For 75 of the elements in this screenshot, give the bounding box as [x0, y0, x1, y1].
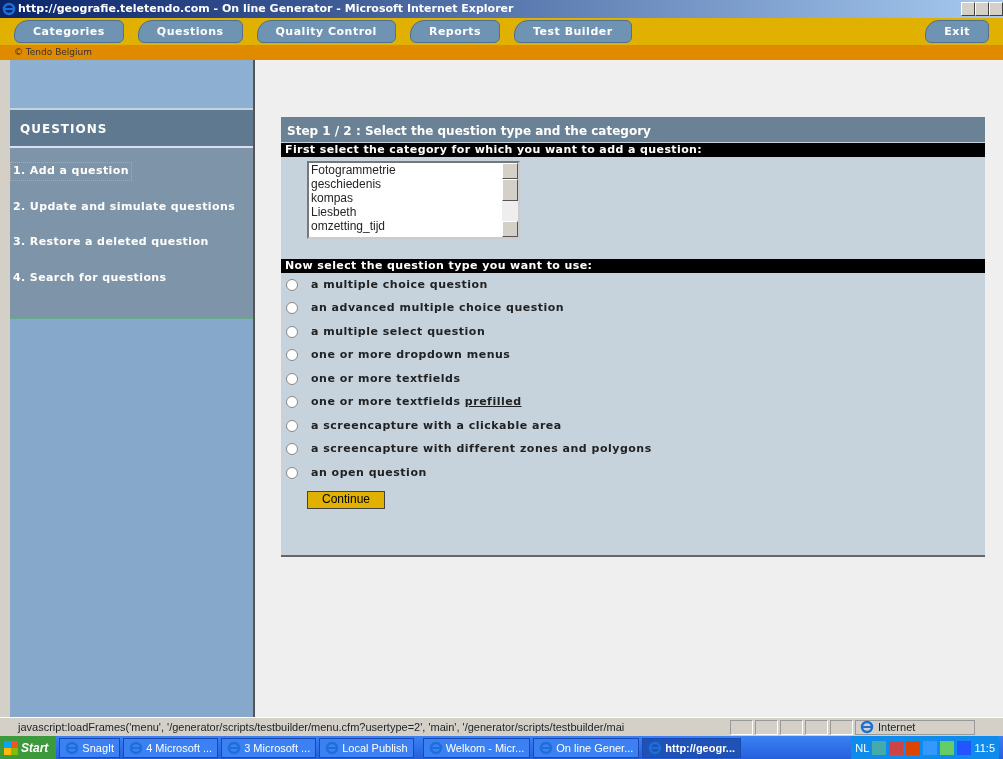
window-icon	[325, 741, 340, 755]
taskbar-button[interactable]: 3 Microsoft ...	[221, 738, 317, 758]
option-label: an advanced multiple choice question	[311, 300, 565, 316]
nav-tab[interactable]: Reports	[409, 20, 500, 43]
window-icon	[428, 741, 443, 755]
option-label: a screencapture with different zones and polygons	[311, 441, 652, 457]
radio-button[interactable]	[286, 278, 298, 291]
start-button[interactable]: Start	[0, 736, 57, 759]
status-cell	[780, 719, 803, 735]
sidebar-title: QUESTIONS	[10, 110, 253, 148]
option-label: a multiple choice question	[311, 276, 488, 293]
copyright-text: © Tendo Belgium	[14, 47, 93, 57]
maximize-button[interactable]	[975, 2, 989, 16]
nav-tab[interactable]: Test Builder	[514, 20, 632, 43]
taskbar-button[interactable]: Welkom - Micr...	[422, 738, 531, 758]
option-label: a screencapture with a clickable area	[311, 417, 562, 434]
globe-icon	[860, 720, 874, 734]
radio-button[interactable]	[286, 396, 298, 409]
taskbar-button[interactable]: Local Publish	[319, 738, 414, 758]
tray-icon[interactable]	[957, 741, 972, 755]
status-cell	[805, 719, 828, 735]
radio-button[interactable]	[286, 372, 298, 385]
option-label: one or more textfields	[311, 370, 461, 387]
window-title: http://geografie.teletendo.com - On line Generator - Microsoft Internet Explorer	[0, 0, 1003, 18]
window-icon	[227, 741, 242, 755]
clock: 11:5	[974, 740, 995, 756]
sidebar-item[interactable]: 2. Update and simulate questions	[10, 197, 239, 216]
list-option[interactable]: kompas	[311, 191, 502, 205]
window-icon	[648, 741, 663, 755]
sidebar-item[interactable]: 4. Search for questions	[10, 268, 170, 287]
continue-button[interactable]: Continue	[307, 490, 386, 509]
zone-label: Internet	[878, 719, 916, 735]
list-option[interactable]: Fotogrammetrie	[311, 163, 502, 177]
status-cell	[755, 719, 778, 735]
option-label: one or more textfields prefilled	[311, 394, 522, 410]
radio-button[interactable]	[286, 419, 298, 432]
radio-button[interactable]	[286, 466, 298, 479]
language-indicator[interactable]: NL	[855, 739, 870, 757]
browser-icon	[2, 2, 16, 16]
taskbar-button[interactable]: 4 Microsoft ...	[123, 738, 219, 758]
option-label: an open question	[311, 464, 427, 481]
list-option[interactable]: geschiedenis	[311, 177, 502, 191]
section-heading: First select the category for which you want to add a question:	[281, 143, 985, 157]
sidebar-item[interactable]: 1. Add a question	[10, 162, 132, 181]
scrollbar[interactable]	[502, 163, 518, 237]
window-icon	[65, 741, 80, 755]
list-option[interactable]: Liesbeth	[311, 205, 502, 219]
radio-button[interactable]	[286, 325, 298, 338]
nav-tab[interactable]: Categories	[14, 20, 124, 43]
link[interactable]: prefilled	[464, 395, 522, 408]
taskbar-button[interactable]: http://geogr...	[642, 738, 741, 758]
status-cell	[830, 719, 853, 735]
exit-button[interactable]: Exit	[925, 20, 989, 43]
radio-button[interactable]	[286, 349, 298, 362]
nav-tab[interactable]: Questions	[137, 20, 243, 43]
close-button[interactable]	[989, 2, 1003, 16]
list-option[interactable]: omzetting_tijd	[311, 219, 502, 233]
option-label: one or more dropdown menus	[311, 347, 511, 363]
option-label: a multiple select question	[311, 323, 486, 340]
minimize-button[interactable]	[961, 2, 975, 16]
panel-title: Step 1 / 2 : Select the question type and the category	[281, 117, 985, 142]
status-text: javascript:loadFrames('menu', '/generator/scripts/testbuilder/menu.cfm?usertype=2', 'main', '/generator/scripts/testbuilder/mai	[16, 719, 626, 735]
radio-button[interactable]	[286, 302, 298, 315]
taskbar-button[interactable]: SnagIt	[59, 738, 121, 758]
windows-logo-icon	[4, 741, 18, 755]
nav-tab[interactable]: Quality Control	[256, 20, 396, 43]
tray-icon[interactable]	[940, 741, 955, 755]
radio-button[interactable]	[286, 443, 298, 456]
window-icon	[129, 741, 144, 755]
sidebar-item[interactable]: 3. Restore a deleted question	[10, 233, 212, 252]
window-icon	[539, 741, 554, 755]
section-heading: Now select the question type you want to use:	[281, 259, 985, 273]
taskbar-button[interactable]: On line Gener...	[533, 738, 640, 758]
status-cell	[730, 719, 753, 735]
category-list[interactable]: Fotogrammetrie geschiedenis kompas Liesbeth omzetting_tijd	[307, 161, 520, 239]
